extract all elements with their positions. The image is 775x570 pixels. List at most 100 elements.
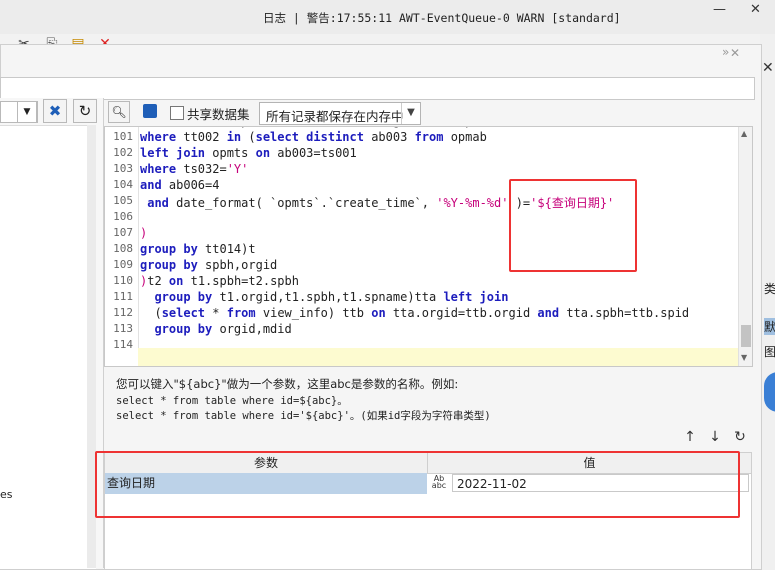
editor-scrollbar[interactable]: ▲ ▼: [738, 127, 752, 366]
move-up-icon[interactable]: ↑: [683, 430, 697, 444]
line-number: 108: [113, 242, 133, 255]
line-number: 102: [113, 146, 133, 159]
tree-item-fragment: es: [0, 488, 13, 501]
line-number: 110: [113, 274, 133, 287]
code-token: group by: [140, 290, 213, 304]
line-number: 114: [113, 338, 133, 351]
code-line: group by tt014)t: [140, 242, 256, 256]
share-dataset-checkbox[interactable]: [170, 106, 184, 120]
sql-editor[interactable]: 100 select tt014,spbh,d sum(tt013) , orgi…: [104, 126, 753, 367]
side-tab[interactable]: [764, 372, 775, 412]
right-label-default: 默: [764, 318, 775, 335]
scroll-thumb[interactable]: [741, 325, 751, 347]
code-token: opmts: [205, 146, 256, 160]
code-token: (: [140, 306, 162, 320]
code-token: select tt014,spbh,d sum(tt013) , orgid f…: [140, 127, 494, 128]
line-number: 105: [113, 194, 133, 207]
code-token: ab003=ts001: [270, 146, 357, 160]
hint-line-1: 您可以键入"${abc}"做为一个参数，这里abc是参数的名称。例如:: [116, 377, 459, 391]
code-token: left join: [140, 146, 206, 160]
right-label-chart: 图: [764, 345, 775, 359]
hint-line-2: select * from table where id=${abc}。: [116, 395, 348, 407]
close-panel-icon[interactable]: ✕: [762, 60, 774, 76]
code-token: ab003: [363, 130, 415, 144]
code-token: and: [537, 306, 560, 320]
code-line: group by t1.orgid,t1.spbh,t1.spname)tta …: [140, 290, 508, 304]
share-dataset-label: 共享数据集: [187, 107, 250, 122]
code-token: group by: [140, 242, 198, 256]
code-token: from: [414, 130, 444, 144]
code-token: where: [140, 130, 177, 144]
code-token: view_info) ttb: [255, 306, 372, 320]
chevron-down-icon[interactable]: ▼: [17, 101, 37, 123]
move-down-icon[interactable]: ↓: [708, 430, 722, 444]
tools-icon[interactable]: ✖: [43, 99, 67, 123]
dataset-name-field[interactable]: [0, 77, 755, 100]
code-token: and: [140, 196, 169, 210]
code-token: *: [205, 306, 227, 320]
storage-mode-value: 所有记录都保存在内存中: [266, 109, 404, 124]
code-token: t1.spbh=t2.spbh: [183, 274, 299, 288]
dialog-close-icon[interactable]: ✕: [730, 46, 740, 60]
code-token: t1.orgid,t1.spbh,t1.spname)tta: [212, 290, 444, 304]
close-window-button[interactable]: ✕: [750, 2, 761, 17]
code-token: spbh,orgid: [197, 258, 278, 272]
code-line: (select * from view_info) ttb on tta.org…: [140, 306, 689, 320]
code-token: on: [168, 274, 184, 288]
code-line: where ts032='Y': [140, 162, 248, 176]
line-number: 100: [105, 126, 133, 127]
code-token: (: [241, 130, 256, 144]
line-number: 111: [113, 290, 133, 303]
code-line: ): [140, 226, 147, 240]
preview-icon[interactable]: 🔍︎: [108, 101, 130, 123]
status-bar: 日志 | 警告:17:55:11 AWT-EventQueue-0 WARN […: [0, 0, 775, 35]
code-token: select: [161, 306, 206, 320]
line-number: 106: [113, 210, 133, 223]
code-line: and ab006=4: [140, 178, 219, 192]
code-token: and: [140, 178, 162, 192]
param-table-highlight-box: [95, 451, 740, 518]
right-side-panel: [760, 34, 775, 568]
code-token: tta.spbh=ttb.spid: [559, 306, 690, 320]
param-highlight-box: [509, 179, 637, 272]
scroll-down-icon[interactable]: ▼: [741, 353, 747, 362]
code-line: where tt002 in (select distinct ab003 fr…: [140, 130, 487, 144]
refresh-icon[interactable]: ↻: [73, 99, 97, 123]
code-token: left join: [443, 290, 509, 304]
code-token: ts032=: [176, 162, 227, 176]
code-token: in: [226, 130, 242, 144]
line-number: 112: [113, 306, 133, 319]
code-line: )t2 on t1.spbh=t2.spbh: [140, 274, 299, 288]
table-tree[interactable]: [0, 125, 96, 569]
line-number: 107: [113, 226, 133, 239]
code-token: ): [140, 226, 148, 240]
code-line: group by spbh,orgid: [140, 258, 277, 272]
code-token: select distinct: [255, 130, 364, 144]
code-token: 'Y': [226, 162, 249, 176]
chevron-down-icon[interactable]: ▼: [401, 103, 420, 124]
code-token: where: [140, 162, 177, 176]
minimize-button[interactable]: —: [713, 2, 726, 17]
current-line-highlight: [138, 348, 738, 366]
line-number: 103: [113, 162, 133, 175]
code-token: t2: [147, 274, 169, 288]
hint-line-3: select * from table where id='${abc}'。(如…: [116, 410, 491, 422]
log-status-text: 日志 | 警告:17:55:11 AWT-EventQueue-0 WARN […: [263, 11, 621, 25]
code-token: ab006=4: [161, 178, 220, 192]
scroll-up-icon[interactable]: ▲: [741, 129, 747, 138]
code-token: from: [226, 306, 256, 320]
storage-mode-select[interactable]: 所有记录都保存在内存中 ▼: [259, 102, 421, 125]
refresh-params-icon[interactable]: ↻: [733, 430, 747, 444]
code-line: group by orgid,mdid: [140, 322, 292, 336]
line-number: 109: [113, 258, 133, 271]
save-icon[interactable]: [143, 104, 157, 118]
code-token: orgid,mdid: [212, 322, 292, 336]
line-number: 113: [113, 322, 133, 335]
code-line: select tt014,spbh,d sum(tt013) , orgid f…: [140, 127, 494, 128]
code-token: tt014)t: [197, 242, 256, 256]
line-number: 101: [113, 130, 133, 143]
line-number: 104: [113, 178, 133, 191]
code-token: date_format( `opmts`.`create_time`,: [168, 196, 437, 210]
code-token: on: [371, 306, 386, 320]
collapse-arrow-icon[interactable]: »: [722, 45, 729, 59]
